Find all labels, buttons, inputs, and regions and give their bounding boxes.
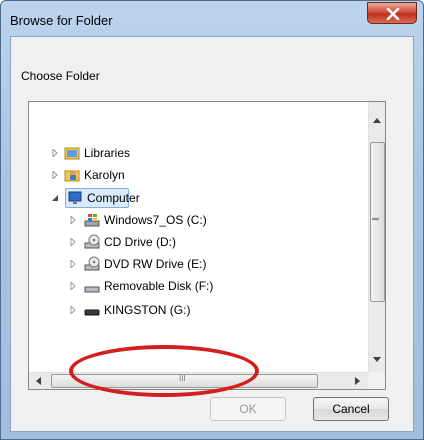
dialog-body: Choose Folder Libraries Karolyn Computer — [10, 36, 414, 432]
expand-arrow-icon[interactable] — [51, 171, 59, 179]
collapse-arrow-icon[interactable] — [51, 194, 59, 202]
highlight-ellipse — [69, 345, 259, 397]
tree-item-label: CD Drive (D:) — [104, 235, 176, 249]
tree-item-dvd-rw-drive[interactable]: DVD RW Drive (E:) — [29, 254, 369, 274]
expand-arrow-icon[interactable] — [69, 306, 77, 314]
windows-drive-icon — [84, 214, 100, 227]
expand-arrow-icon[interactable] — [51, 149, 59, 157]
tree-item-removable-disk[interactable]: Removable Disk (F:) — [29, 276, 369, 296]
choose-folder-label: Choose Folder — [21, 69, 100, 83]
scroll-right-icon[interactable] — [355, 377, 361, 385]
tree-item-label: Windows7_OS (C:) — [104, 213, 207, 227]
libraries-icon — [64, 147, 80, 160]
cd-drive-icon — [84, 234, 100, 249]
close-button[interactable] — [367, 2, 417, 24]
vertical-scroll-thumb[interactable]: ||| — [370, 142, 385, 302]
tree-item-karolyn[interactable]: Karolyn — [29, 165, 369, 185]
usb-drive-icon — [84, 309, 100, 316]
tree-item-label: KINGSTON (G:) — [104, 303, 191, 317]
title-bar[interactable]: Browse for Folder — [1, 1, 423, 35]
close-icon — [386, 8, 400, 20]
tree-item-windows7-os[interactable]: Windows7_OS (C:) — [29, 210, 369, 230]
tree-item-label: Removable Disk (F:) — [104, 279, 214, 293]
tree-item-kingston[interactable]: KINGSTON (G:) — [29, 300, 369, 320]
computer-icon — [68, 191, 82, 204]
tree-item-cd-drive[interactable]: CD Drive (D:) — [29, 232, 369, 252]
cancel-button[interactable]: Cancel — [313, 397, 389, 421]
tree-item-label: Karolyn — [84, 168, 125, 182]
expand-arrow-icon[interactable] — [69, 282, 77, 290]
browse-folder-window: Browse for Folder Choose Folder Librarie… — [0, 0, 424, 440]
expand-arrow-icon[interactable] — [69, 238, 77, 246]
tree-item-libraries[interactable]: Libraries — [29, 143, 369, 163]
tree-item-computer[interactable]: Computer — [29, 188, 369, 208]
scroll-corner — [368, 372, 385, 389]
window-title: Browse for Folder — [10, 13, 113, 28]
scroll-down-icon[interactable] — [373, 357, 381, 363]
expand-arrow-icon[interactable] — [69, 216, 77, 224]
tree-item-label: Libraries — [84, 146, 131, 160]
scroll-left-icon[interactable] — [35, 377, 41, 385]
ok-button[interactable]: OK — [210, 397, 286, 421]
removable-disk-icon — [84, 286, 100, 293]
folder-tree[interactable]: Libraries Karolyn Computer Windows7_OS (… — [28, 101, 386, 397]
tree-item-label: Computer — [87, 191, 140, 205]
tree-item-label: DVD RW Drive (E:) — [104, 257, 207, 271]
vertical-scrollbar[interactable]: ||| — [368, 102, 385, 372]
user-folder-icon — [64, 170, 80, 182]
scroll-up-icon[interactable] — [373, 117, 381, 123]
dvd-drive-icon — [84, 256, 100, 271]
expand-arrow-icon[interactable] — [69, 260, 77, 268]
scroll-grip: ||| — [371, 217, 379, 220]
